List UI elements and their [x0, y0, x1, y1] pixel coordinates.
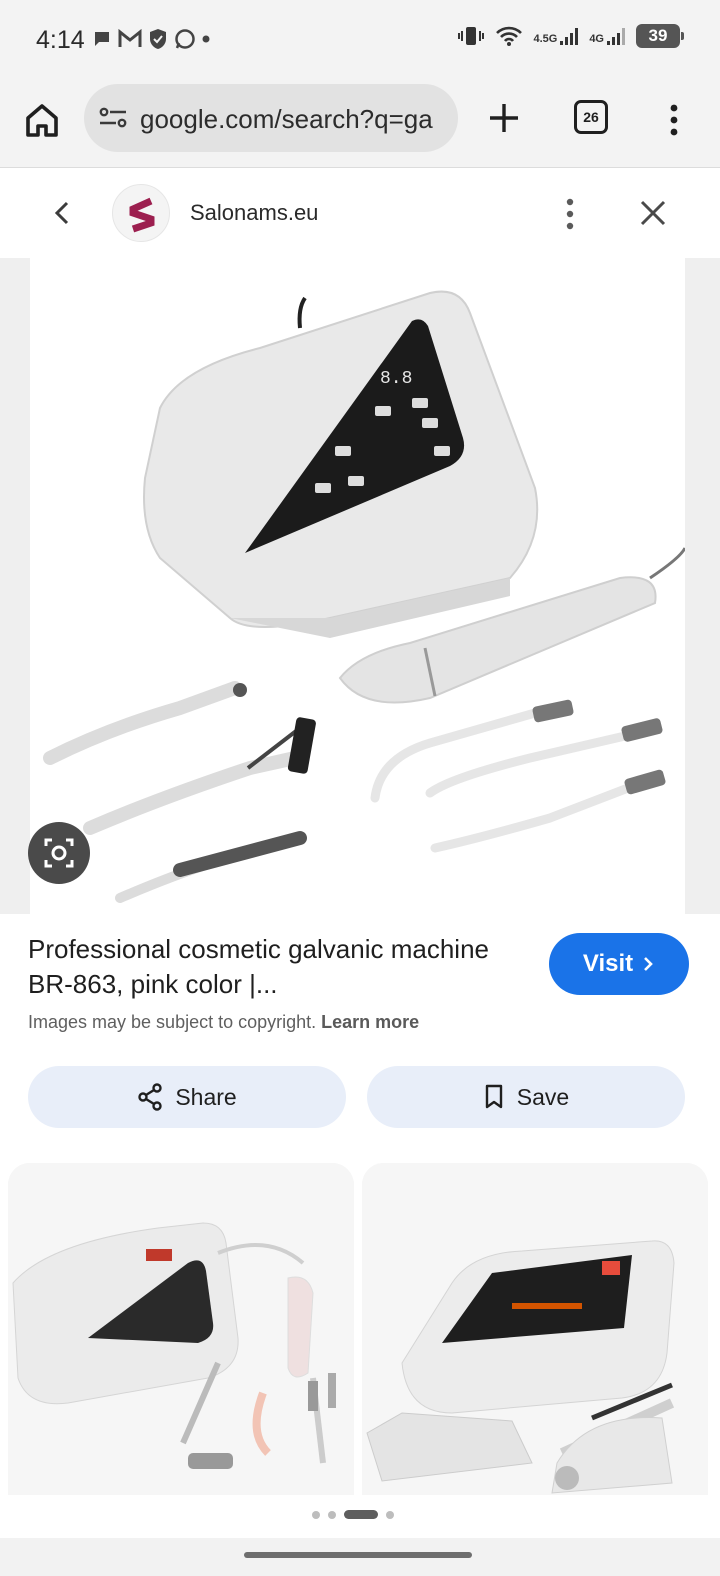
whatsapp-icon — [175, 29, 195, 49]
pagination-dot[interactable] — [312, 1510, 320, 1519]
url-text: google.com/search?q=ga — [140, 104, 433, 134]
related-device-illustration-1 — [8, 1163, 354, 1495]
address-bar[interactable]: google.com/search?q=ga — [84, 84, 458, 152]
tab-switcher-button[interactable]: 26 — [574, 100, 608, 134]
related-device-illustration-2 — [362, 1163, 708, 1495]
galvanic-machine-illustration: 8.8 — [43, 290, 685, 903]
bookmark-icon — [485, 1084, 502, 1109]
save-label: Save — [516, 1083, 570, 1110]
learn-more-link[interactable]: Learn more — [321, 1012, 419, 1032]
site-name[interactable]: Salonams.eu — [190, 200, 318, 226]
visit-label: Visit — [582, 950, 634, 977]
status-right: 4.5G 4G 39 — [457, 24, 684, 48]
more-options-icon[interactable] — [556, 196, 584, 232]
status-time: 4:14 — [36, 26, 85, 54]
copyright-notice: Images may be subject to copyright. Lear… — [28, 1012, 419, 1033]
network-type-label: 4.5G — [533, 33, 558, 45]
related-image-2[interactable] — [362, 1163, 708, 1495]
copyright-text: Images may be subject to copyright. — [28, 1012, 317, 1032]
result-title[interactable]: Professional cosmetic galvanic machine B… — [28, 932, 498, 1002]
battery-indicator: 39 — [636, 24, 684, 48]
wifi-icon — [496, 26, 523, 46]
image-viewer-header: Salonams.eu — [0, 170, 720, 258]
browser-toolbar: google.com/search?q=ga 26 — [0, 80, 720, 168]
chevron-right-icon — [644, 957, 653, 971]
site-settings-icon[interactable] — [98, 106, 128, 130]
shield-icon — [150, 29, 166, 49]
gesture-handle[interactable] — [244, 1552, 472, 1558]
signal-1: 4.5G — [533, 27, 579, 45]
display-readout: 8.8 — [380, 369, 412, 389]
vibrate-icon — [458, 27, 485, 45]
notification-icons — [92, 28, 210, 50]
signal-2: 4G — [589, 27, 626, 45]
main-product-image[interactable]: 8.8 — [30, 258, 685, 914]
overflow-menu-icon[interactable] — [660, 100, 688, 140]
back-arrow-icon[interactable] — [48, 198, 78, 228]
home-icon[interactable] — [20, 98, 64, 142]
pagination-dot[interactable] — [386, 1510, 394, 1519]
share-label: Share — [175, 1083, 237, 1110]
share-icon — [138, 1083, 163, 1111]
network-type-label: 4G — [589, 33, 604, 45]
system-navigation-bar — [0, 1538, 720, 1576]
save-button[interactable]: Save — [367, 1066, 685, 1128]
visit-button[interactable]: Visit — [549, 933, 689, 995]
signal-icon — [607, 28, 625, 45]
pagination-dot[interactable] — [328, 1510, 336, 1519]
salonams-logo-icon — [129, 197, 155, 233]
more-notifications-dot-icon — [202, 35, 210, 43]
signal-icon — [560, 28, 579, 45]
share-button[interactable]: Share — [28, 1066, 346, 1128]
lens-icon — [44, 838, 74, 868]
site-favicon[interactable] — [112, 184, 170, 242]
status-bar: 4:14 4.5G 4G 39 — [0, 0, 720, 80]
related-image-1[interactable] — [8, 1163, 354, 1495]
new-tab-icon[interactable] — [484, 98, 524, 138]
chat-icon — [95, 32, 109, 46]
google-lens-button[interactable] — [28, 822, 90, 884]
image-pagination — [312, 1510, 394, 1519]
close-icon[interactable] — [636, 196, 670, 230]
pagination-dot-active[interactable] — [344, 1510, 378, 1519]
gmail-icon — [118, 29, 142, 47]
